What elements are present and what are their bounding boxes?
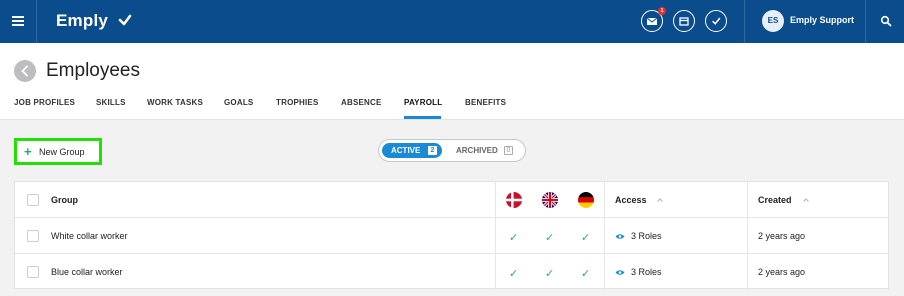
new-group-label: New Group xyxy=(39,147,85,157)
user-name[interactable]: Emply Support xyxy=(790,15,854,25)
column-header-group[interactable]: Group xyxy=(51,195,78,205)
logo-check-icon xyxy=(118,14,132,26)
german-flag-icon xyxy=(578,192,594,208)
column-header-access[interactable]: Access xyxy=(615,195,647,205)
group-name[interactable]: White collar worker xyxy=(51,231,128,241)
tab-job-profiles[interactable]: JOB PROFILES xyxy=(14,98,75,107)
calendar-button[interactable] xyxy=(673,10,695,32)
eye-icon xyxy=(615,270,625,275)
active-toggle[interactable]: ACTIVE 2 xyxy=(382,143,442,158)
row-checkbox[interactable] xyxy=(27,230,39,242)
tab-goals[interactable]: GOALS xyxy=(224,98,253,107)
check-icon: ✓ xyxy=(545,268,555,280)
check-icon: ✓ xyxy=(509,268,519,280)
archived-toggle[interactable]: ARCHIVED xyxy=(456,146,498,155)
menu-icon xyxy=(12,16,24,18)
back-button[interactable] xyxy=(14,60,36,82)
active-count: 2 xyxy=(428,146,437,155)
check-icon: ✓ xyxy=(581,268,591,280)
menu-button[interactable] xyxy=(0,0,37,43)
tab-trophies[interactable]: TROPHIES xyxy=(276,98,319,107)
groups-table: Group Access Created White collar worker… xyxy=(14,181,889,290)
top-bar: Emply 1 ES Emply Support xyxy=(0,0,904,43)
danish-flag-icon xyxy=(506,192,522,208)
select-all-checkbox[interactable] xyxy=(27,194,39,206)
notification-badge: 1 xyxy=(658,7,666,15)
archived-count: 0 xyxy=(504,146,513,155)
tab-absence[interactable]: ABSENCE xyxy=(341,98,382,107)
eye-icon xyxy=(615,234,625,239)
plus-icon: + xyxy=(24,144,32,159)
access-roles[interactable]: 3 Roles xyxy=(631,231,662,241)
uk-flag-icon xyxy=(542,192,558,208)
created-date: 2 years ago xyxy=(758,267,806,277)
created-date: 2 years ago xyxy=(758,231,806,241)
row-checkbox[interactable] xyxy=(27,266,39,278)
check-icon: ✓ xyxy=(509,232,519,244)
access-roles[interactable]: 3 Roles xyxy=(631,267,662,277)
table-row[interactable]: Blue collar worker ✓ ✓ ✓ 3 Roles 2 years… xyxy=(15,254,888,290)
column-header-created[interactable]: Created xyxy=(758,195,792,205)
sort-up-icon[interactable] xyxy=(802,196,810,204)
tab-skills[interactable]: SKILLS xyxy=(96,98,126,107)
tasks-button[interactable] xyxy=(705,10,727,32)
status-toggle: ACTIVE 2 ARCHIVED 0 xyxy=(378,139,526,162)
group-name[interactable]: Blue collar worker xyxy=(51,267,123,277)
check-icon: ✓ xyxy=(545,232,555,244)
table-row[interactable]: White collar worker ✓ ✓ ✓ 3 Roles 2 year… xyxy=(15,218,888,254)
mail-button[interactable]: 1 xyxy=(641,7,666,32)
active-tab-indicator xyxy=(404,116,441,119)
chevron-left-icon xyxy=(21,65,28,77)
tab-payroll[interactable]: PAYROLL xyxy=(404,98,442,107)
avatar[interactable]: ES xyxy=(762,10,784,32)
tab-benefits[interactable]: BENEFITS xyxy=(465,98,506,107)
sort-up-icon[interactable] xyxy=(656,196,664,204)
new-group-button[interactable]: + New Group xyxy=(14,138,102,165)
table-header-row: Group Access Created xyxy=(15,182,888,218)
page-title: Employees xyxy=(46,60,140,81)
mail-icon xyxy=(646,17,658,25)
check-icon: ✓ xyxy=(581,232,591,244)
check-icon xyxy=(712,17,721,25)
search-icon[interactable] xyxy=(880,15,892,27)
tab-work-tasks[interactable]: WORK TASKS xyxy=(147,98,203,107)
calendar-icon xyxy=(679,17,689,26)
logo[interactable]: Emply xyxy=(56,11,132,31)
page-header: Employees JOB PROFILES SKILLS WORK TASKS… xyxy=(0,43,904,120)
